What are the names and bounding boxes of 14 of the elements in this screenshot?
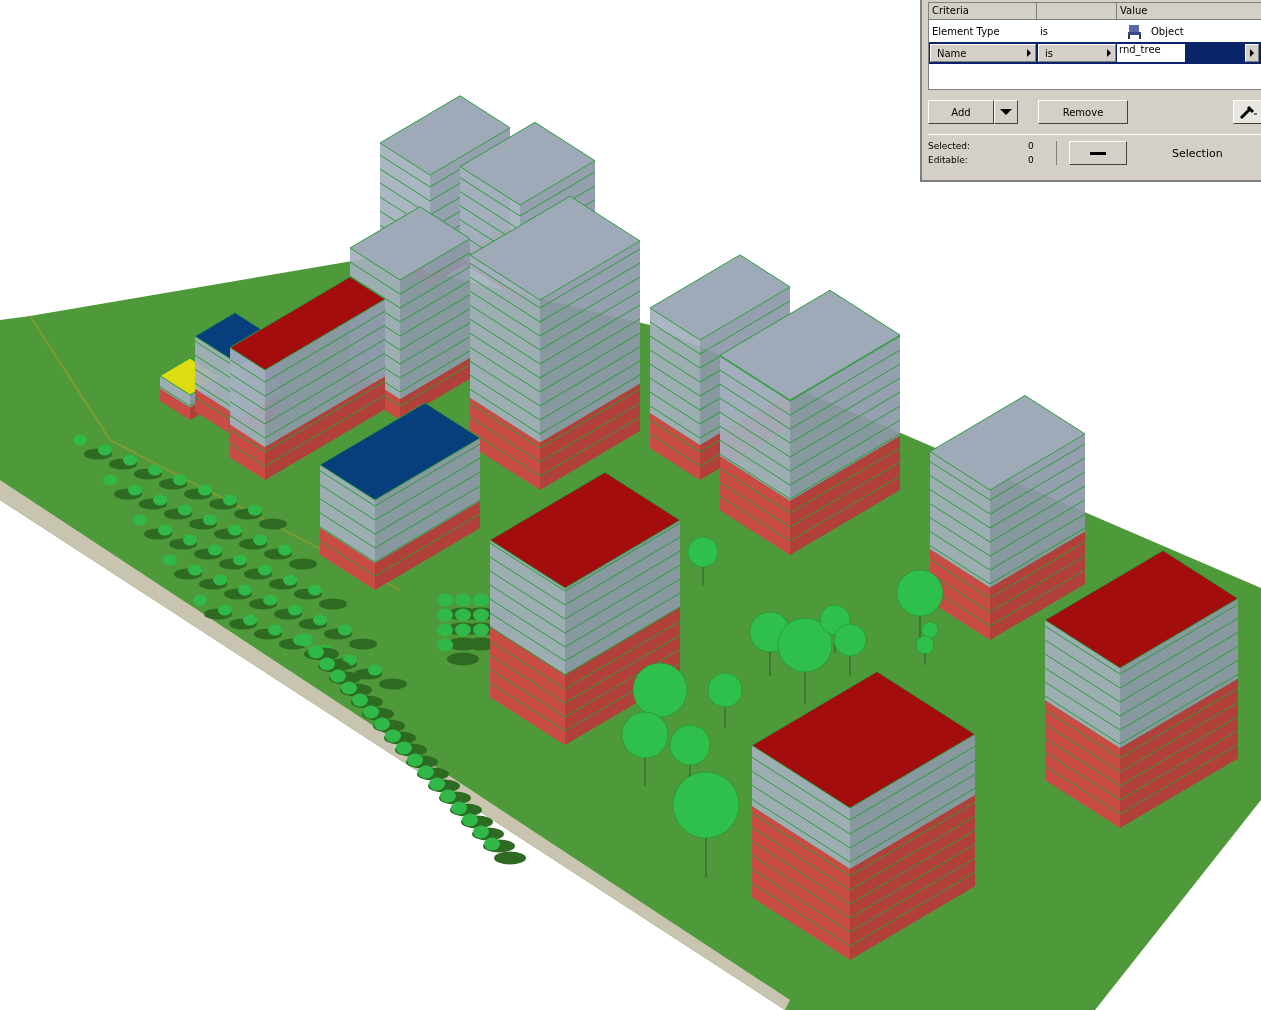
add-button[interactable]: Add [928, 100, 994, 124]
selected-count: 0 [1028, 141, 1035, 151]
selection-label: Selection [1172, 146, 1223, 160]
editable-label: Editable: [928, 155, 969, 165]
criterion-dropdown[interactable]: Name [930, 44, 1036, 62]
remove-button[interactable]: Remove [1038, 100, 1128, 124]
operator-cell-text: is [1039, 25, 1049, 37]
editable-count: 0 [1028, 155, 1035, 165]
criterion-cell-text: Element Type [931, 25, 1001, 37]
selected-label: Selected: [928, 141, 972, 151]
criteria-row[interactable]: Name is rnd_tree [929, 42, 1261, 64]
operator-dropdown[interactable]: is [1038, 44, 1116, 62]
value-text: Object [1151, 25, 1184, 37]
value-input[interactable]: rnd_tree [1117, 44, 1185, 62]
